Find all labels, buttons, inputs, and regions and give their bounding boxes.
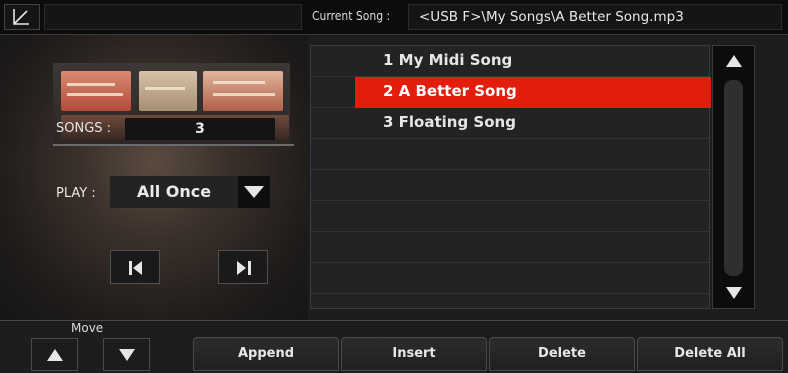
song-list: 1 My Midi Song 2 A Better Song 3 Floatin… [310, 45, 711, 309]
move-up-button[interactable] [31, 338, 78, 371]
scroll-up-button[interactable] [713, 46, 754, 76]
back-button[interactable] [4, 4, 40, 30]
play-label: PLAY : [56, 186, 96, 201]
song-title: 3 Floating Song [383, 113, 516, 131]
next-track-button[interactable] [218, 250, 268, 284]
songs-count: 3 [125, 118, 275, 140]
song-title: 1 My Midi Song [383, 51, 513, 69]
top-bar: Current Song : <USB F>\My Songs\A Better… [0, 0, 788, 35]
previous-track-icon [129, 261, 142, 275]
scroll-down-button[interactable] [713, 278, 754, 308]
empty-row[interactable] [311, 232, 709, 263]
top-left-field [44, 4, 302, 30]
move-label: Move [71, 321, 104, 335]
empty-row[interactable] [311, 263, 709, 294]
song-title: 2 A Better Song [383, 82, 517, 100]
move-down-icon [119, 349, 135, 361]
current-song-label: Current Song : [312, 9, 391, 23]
play-mode-dropdown-button[interactable] [238, 176, 270, 208]
list-item[interactable]: 1 My Midi Song [311, 46, 709, 77]
play-mode-select[interactable]: All Once [110, 176, 238, 208]
delete-all-button[interactable]: Delete All [637, 337, 783, 371]
insert-button[interactable]: Insert [341, 337, 487, 371]
back-arrow-icon [13, 9, 29, 25]
list-scrollbar[interactable] [712, 45, 755, 309]
list-item[interactable]: 3 Floating Song [311, 108, 709, 139]
current-song-value: <USB F>\My Songs\A Better Song.mp3 [408, 4, 782, 30]
empty-row[interactable] [311, 170, 709, 201]
delete-button[interactable]: Delete [489, 337, 635, 371]
dropdown-arrow-icon [244, 186, 264, 198]
scroll-down-icon [726, 287, 742, 299]
scroll-up-icon [726, 55, 742, 67]
empty-row[interactable] [311, 201, 709, 232]
bottom-divider [0, 320, 788, 321]
move-up-icon [47, 349, 63, 361]
divider [53, 144, 294, 146]
move-down-button[interactable] [103, 338, 150, 371]
empty-row[interactable] [311, 139, 709, 170]
songs-label: SONGS : [56, 121, 112, 136]
songbook-panel: SONGS : 3 PLAY : All Once [0, 35, 308, 320]
scroll-thumb[interactable] [724, 80, 743, 276]
previous-track-button[interactable] [110, 250, 160, 284]
list-item-selected[interactable]: 2 A Better Song [311, 77, 711, 108]
next-track-icon [237, 261, 251, 275]
append-button[interactable]: Append [193, 337, 339, 371]
